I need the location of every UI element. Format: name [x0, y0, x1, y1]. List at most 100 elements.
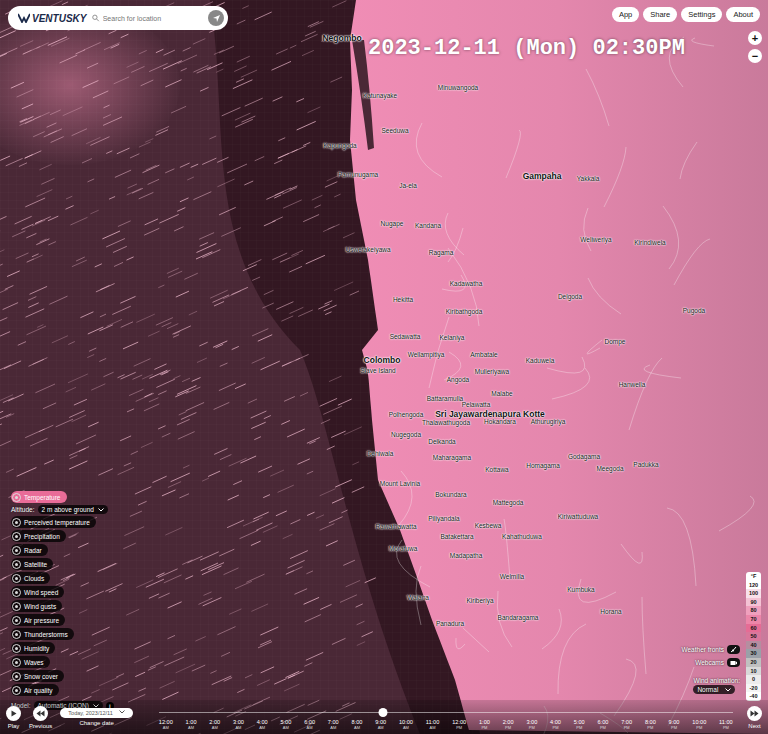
hour-tick[interactable]: 6:00AM: [304, 719, 315, 730]
hour-tick[interactable]: 1:00PM: [479, 719, 490, 730]
hour-tick[interactable]: 12:00AM: [159, 719, 173, 730]
hour-tick[interactable]: 4:00AM: [257, 719, 268, 730]
place-label: Welmilla: [500, 574, 524, 581]
place-label: Bandaragama: [498, 615, 539, 622]
hour-tick[interactable]: 11:00AM: [426, 719, 440, 730]
layer-item[interactable]: Snow cover: [11, 670, 64, 682]
date-pill[interactable]: Today, 2023/12/11: [60, 708, 132, 718]
play-button[interactable]: [6, 706, 21, 721]
dot: [15, 563, 18, 566]
layer-item[interactable]: Waves: [11, 656, 50, 668]
place-label: Nugape: [381, 221, 404, 228]
next-control[interactable]: Next: [747, 706, 762, 729]
hour-tick[interactable]: 10:00PM: [692, 719, 706, 730]
locate-button[interactable]: [208, 10, 224, 26]
hour-tick[interactable]: 5:00PM: [574, 719, 585, 730]
hour-ampm: PM: [553, 726, 559, 730]
map[interactable]: NegomboKatunayakeSeeduwaKapungodaPamunug…: [0, 0, 768, 734]
hour-tick[interactable]: 11:00PM: [719, 719, 733, 730]
layer-item[interactable]: Perceived temperature: [11, 516, 96, 528]
legend-tick: -20: [746, 684, 761, 693]
wind-animation-dropdown[interactable]: Normal: [693, 685, 735, 694]
layer-label: Clouds: [24, 575, 44, 582]
play-control[interactable]: Play: [6, 706, 21, 729]
timeline[interactable]: 12:00AM 1:00AM 2:00AM 3:00AM 4:00AM 5:00AM 6:0…: [159, 702, 733, 732]
hour-ampm: PM: [576, 726, 582, 730]
hour-tick[interactable]: 7:00AM: [328, 719, 339, 730]
place-label: Kesbewa: [475, 523, 502, 530]
toggle-box[interactable]: [727, 645, 740, 654]
layer-item[interactable]: Clouds: [11, 572, 50, 584]
header-button[interactable]: Settings: [681, 7, 722, 22]
map-toggles: Weather fronts Webcams: [681, 645, 740, 667]
layer-item[interactable]: Wind speed: [11, 586, 64, 598]
hour-tick[interactable]: 8:00AM: [352, 719, 363, 730]
zoom-out-button[interactable]: −: [748, 49, 762, 63]
hour-tick[interactable]: 5:00AM: [280, 719, 291, 730]
hour-tick[interactable]: 1:00AM: [186, 719, 197, 730]
hour-tick[interactable]: 9:00AM: [375, 719, 386, 730]
hour-tick[interactable]: 3:00AM: [233, 719, 244, 730]
place-label: Gampaha: [523, 172, 562, 181]
search-input[interactable]: [103, 15, 202, 22]
dot: [15, 521, 18, 524]
dot: [15, 591, 18, 594]
layer-item[interactable]: Humidity: [11, 642, 55, 654]
wind-animation-label: Wind animation:: [693, 677, 740, 684]
layer-item[interactable]: Radar: [11, 544, 48, 556]
hour-tick[interactable]: 3:00PM: [526, 719, 537, 730]
layer-item[interactable]: Wind gusts: [11, 600, 62, 612]
header-button[interactable]: App: [612, 7, 639, 22]
hour-ampm: PM: [723, 726, 729, 730]
layer-item[interactable]: Air pressure: [11, 614, 65, 626]
hour-tick[interactable]: 10:00AM: [399, 719, 413, 730]
header-button[interactable]: About: [726, 7, 760, 22]
layer-label: Satellite: [24, 561, 47, 568]
hour-ampm: AM: [235, 726, 241, 730]
place-label: Mattegoda: [493, 500, 524, 507]
hour-tick[interactable]: 7:00PM: [621, 719, 632, 730]
hour-tick[interactable]: 12:00PM: [452, 719, 466, 730]
layer-item[interactable]: Precipitation: [11, 530, 66, 542]
hour-tick[interactable]: 4:00PM: [550, 719, 561, 730]
next-button[interactable]: [747, 706, 762, 721]
logo[interactable]: VENTUSKY: [18, 13, 86, 24]
previous-control[interactable]: Previous: [29, 706, 52, 729]
place-label: Rawathawatta: [375, 524, 416, 531]
legend-tick: 100: [746, 589, 761, 598]
search-field[interactable]: [92, 14, 202, 22]
place-label: Katunayake: [363, 93, 397, 100]
layer-icon: [12, 518, 21, 527]
timeline-handle[interactable]: [378, 708, 387, 717]
layer-item[interactable]: Temperature: [11, 491, 67, 503]
place-label: Mulleriyawa: [475, 369, 509, 376]
hour-ampm: PM: [456, 726, 462, 730]
legend-unit[interactable]: °F: [746, 572, 761, 581]
layer-label: Temperature: [24, 494, 61, 501]
hour-ampm: AM: [163, 726, 169, 730]
timeline-track[interactable]: [159, 712, 733, 713]
dot: [15, 619, 18, 622]
place-label: Yakkala: [577, 176, 600, 183]
layer-label: Air pressure: [24, 617, 59, 624]
hour-tick[interactable]: 2:00PM: [503, 719, 514, 730]
toggle-box[interactable]: [727, 658, 740, 667]
hour-tick[interactable]: 6:00PM: [597, 719, 608, 730]
toggle-row[interactable]: Webcams: [695, 658, 740, 667]
hour-tick[interactable]: 8:00PM: [645, 719, 656, 730]
layer-label: Perceived temperature: [24, 519, 90, 526]
layer-item[interactable]: Satellite: [11, 558, 53, 570]
place-label: Dompe: [605, 339, 626, 346]
hour-tick[interactable]: 2:00AM: [209, 719, 220, 730]
previous-button[interactable]: [33, 706, 48, 721]
zoom-in-button[interactable]: +: [748, 31, 762, 45]
toggle-row[interactable]: Weather fronts: [681, 645, 740, 654]
altitude-label: Altitude:: [11, 506, 35, 513]
hour-tick[interactable]: 9:00PM: [669, 719, 680, 730]
altitude-dropdown[interactable]: 2 m above ground: [38, 505, 108, 514]
date-control[interactable]: Today, 2023/12/11Change date: [60, 708, 132, 726]
layer-icon: [12, 672, 21, 681]
header-button[interactable]: Share: [643, 7, 677, 22]
layer-item[interactable]: Air quality: [11, 684, 59, 696]
layer-item[interactable]: Thunderstorms: [11, 628, 74, 640]
